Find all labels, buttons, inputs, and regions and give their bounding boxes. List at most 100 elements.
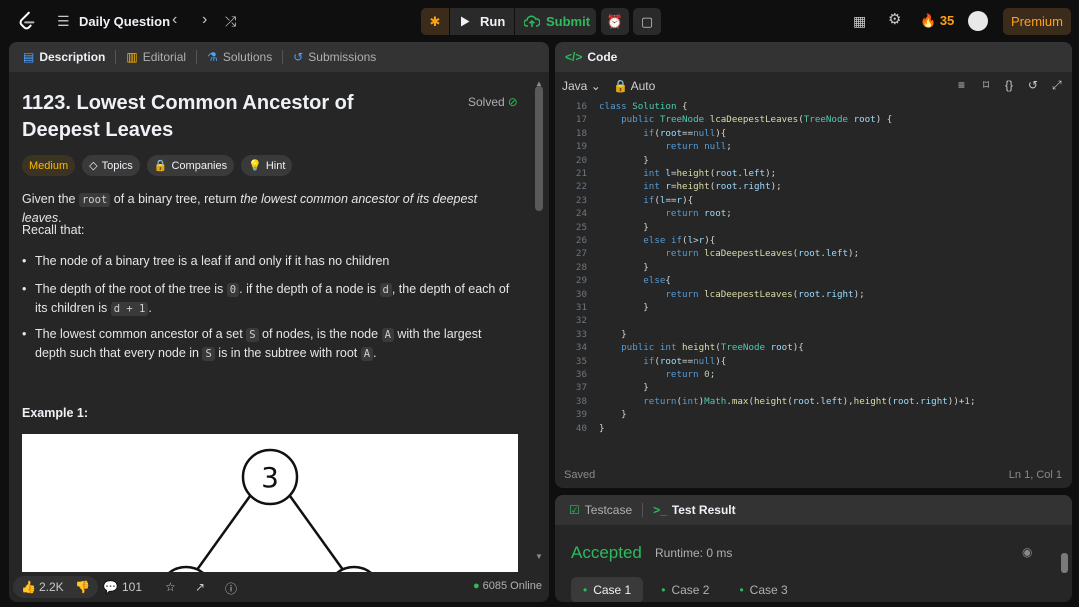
like-count[interactable]: 2.2K bbox=[39, 580, 64, 594]
layout-grid-icon[interactable]: ▦ bbox=[853, 14, 866, 28]
tab-editorial[interactable]: ▥ Editorial bbox=[122, 50, 190, 64]
tree-root-value: 3 bbox=[261, 461, 279, 494]
result-tabbar: ☑ Testcase >_ Test Result bbox=[555, 495, 1072, 525]
code-line: 26 else if(l>r){ bbox=[555, 234, 1072, 247]
description-content[interactable]: 1123. Lowest Common Ancestor of Deepest … bbox=[9, 72, 549, 572]
tab-code[interactable]: </> Code bbox=[565, 50, 621, 64]
share-icon[interactable]: ↗ bbox=[195, 580, 205, 594]
line-source: return lcaDeepestLeaves(root.left); bbox=[665, 248, 860, 260]
line-source: if(root==null){ bbox=[643, 127, 727, 139]
case-tabs: • Case 1 • Case 2 • Case 3 bbox=[571, 577, 800, 602]
leetcode-logo-icon[interactable] bbox=[16, 10, 38, 32]
online-dot-icon: ● bbox=[473, 580, 480, 592]
tab-description[interactable]: ▤ Description bbox=[19, 50, 109, 64]
lightbulb-icon: 💡 bbox=[248, 160, 262, 172]
thumbs-down-icon[interactable]: 👎 bbox=[75, 580, 90, 594]
tab-submissions[interactable]: ↺ Submissions bbox=[289, 50, 380, 64]
daily-question-title[interactable]: Daily Question bbox=[79, 14, 170, 29]
inline-code: A bbox=[360, 347, 374, 361]
divider bbox=[196, 50, 198, 64]
topics-chip[interactable]: ◇ Topics bbox=[82, 155, 140, 176]
divider bbox=[282, 50, 284, 64]
difficulty-badge: Medium bbox=[22, 155, 76, 176]
code-line: 23 if(l==r){ bbox=[555, 194, 1072, 207]
reset-icon[interactable]: ↺ bbox=[1028, 78, 1038, 92]
case-tab-1[interactable]: • Case 1 bbox=[571, 577, 644, 602]
line-number: 30 bbox=[575, 288, 587, 300]
code-line: 40} bbox=[555, 422, 1072, 435]
cloud-upload-icon bbox=[524, 15, 540, 27]
chevron-right-icon[interactable]: › bbox=[202, 12, 207, 28]
code-line: 19 return null; bbox=[555, 140, 1072, 153]
language-selector[interactable]: Java ⌄ bbox=[562, 79, 601, 93]
expand-icon[interactable]: ⤢ bbox=[1052, 78, 1062, 93]
timer-button[interactable]: ⏰ bbox=[601, 8, 629, 35]
text: The lowest common ancestor of a set bbox=[35, 327, 247, 341]
example-title: Example 1: bbox=[22, 406, 89, 420]
online-count: ● 6085 Online bbox=[473, 580, 542, 592]
line-source: int r=height(root.right); bbox=[643, 181, 782, 193]
help-icon[interactable]: ⓘ bbox=[225, 580, 237, 597]
comment-count[interactable]: 101 bbox=[122, 580, 142, 594]
tab-label: Editorial bbox=[142, 50, 187, 64]
hint-chip[interactable]: 💡 Hint bbox=[241, 155, 293, 176]
chip-label: Companies bbox=[171, 159, 228, 172]
text: Given the bbox=[22, 192, 79, 206]
tab-test-result[interactable]: >_ Test Result bbox=[649, 503, 739, 517]
tab-testcase[interactable]: ☑ Testcase bbox=[565, 503, 636, 517]
line-number: 23 bbox=[575, 194, 587, 206]
alarm-clock-icon: ⏰ bbox=[606, 13, 624, 29]
line-number: 36 bbox=[575, 369, 587, 380]
run-button[interactable]: Run bbox=[450, 8, 514, 35]
debug-button[interactable]: ✱ bbox=[421, 8, 449, 35]
line-source: return(int)Math.max(height(root.left),he… bbox=[643, 395, 976, 407]
pass-dot-icon: • bbox=[661, 583, 666, 597]
format-icon[interactable]: ≡ bbox=[958, 78, 965, 92]
pass-dot-icon: • bbox=[739, 583, 744, 597]
companies-chip[interactable]: 🔒 Companies bbox=[146, 155, 235, 176]
line-source: if(l==r){ bbox=[643, 194, 694, 206]
thumbs-up-icon[interactable]: 👍 bbox=[21, 580, 36, 594]
notes-button[interactable]: ▢ bbox=[633, 8, 661, 35]
gear-icon[interactable]: ⚙ bbox=[888, 12, 901, 27]
line-number: 29 bbox=[575, 275, 587, 287]
inline-code: A bbox=[381, 328, 394, 342]
scroll-down-arrow-icon[interactable]: ▼ bbox=[535, 552, 543, 561]
solved-label: Solved bbox=[468, 95, 505, 109]
star-icon[interactable]: ☆ bbox=[165, 580, 176, 594]
result-scrollbar[interactable] bbox=[1061, 553, 1068, 573]
avatar[interactable] bbox=[968, 11, 988, 31]
bookmark-icon[interactable]: ⌑ bbox=[983, 78, 989, 92]
code-tabbar: </> Code bbox=[555, 42, 1072, 72]
comment-icon[interactable]: 💬 bbox=[103, 580, 118, 594]
line-number: 26 bbox=[575, 235, 587, 246]
line-number: 17 bbox=[575, 114, 587, 126]
description-scrollbar[interactable] bbox=[535, 86, 543, 211]
chevron-down-icon: ⌄ bbox=[590, 79, 601, 93]
cursor-position: Ln 1, Col 1 bbox=[1008, 469, 1062, 481]
eye-icon[interactable]: ◉ bbox=[1022, 545, 1032, 559]
premium-button[interactable]: Premium bbox=[1003, 8, 1071, 35]
terminal-icon: >_ bbox=[653, 503, 667, 517]
problem-list-icon[interactable]: ☰ bbox=[57, 14, 70, 28]
book-icon: ▥ bbox=[126, 50, 138, 64]
tab-solutions[interactable]: ⚗ Solutions bbox=[203, 50, 276, 64]
streak-counter[interactable]: 🔥 35 bbox=[920, 13, 954, 29]
lock-icon: 🔒 bbox=[153, 160, 168, 172]
solved-badge: Solved ⊘ bbox=[468, 95, 518, 109]
binary-tree-diagram: 3 bbox=[168, 448, 372, 572]
problem-title[interactable]: 1123. Lowest Common Ancestor of Deepest … bbox=[22, 90, 432, 144]
fire-icon: 🔥 bbox=[920, 13, 937, 28]
shuffle-icon[interactable]: ⤮ bbox=[225, 14, 236, 28]
chevron-left-icon[interactable]: ‹ bbox=[172, 12, 177, 28]
code-line: 36 return 0; bbox=[555, 368, 1072, 381]
inline-code: 0 bbox=[226, 283, 240, 297]
auto-mode-toggle[interactable]: 🔒 Auto bbox=[613, 79, 655, 93]
pass-dot-icon: • bbox=[583, 583, 588, 597]
submit-button[interactable]: Submit bbox=[515, 8, 596, 35]
case-tab-2[interactable]: • Case 2 bbox=[649, 577, 721, 602]
case-tab-3[interactable]: • Case 3 bbox=[727, 577, 799, 602]
tab-label: Code bbox=[587, 50, 618, 64]
braces-icon[interactable]: {} bbox=[1005, 78, 1013, 92]
line-number: 38 bbox=[575, 395, 587, 407]
